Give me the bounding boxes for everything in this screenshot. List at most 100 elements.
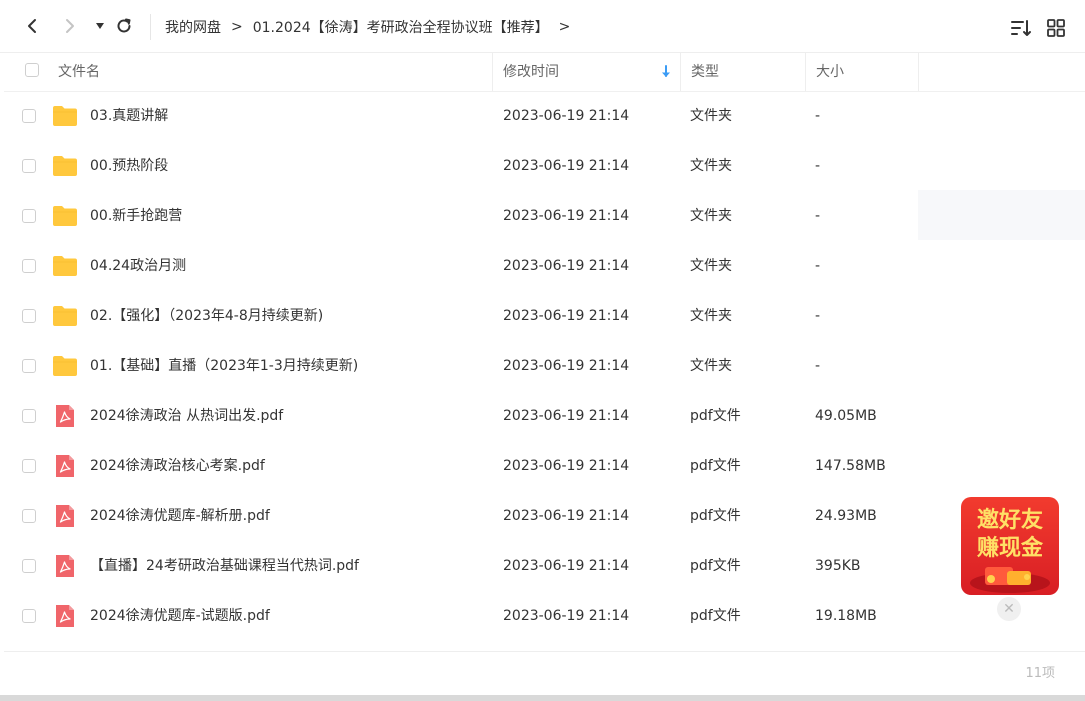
history-dropdown-button[interactable]: [88, 14, 112, 38]
column-header-name[interactable]: 文件名: [58, 53, 100, 91]
breadcrumb-separator: >: [558, 19, 571, 35]
table-header: 文件名 修改时间 类型 大小: [4, 53, 1085, 92]
row-checkbox[interactable]: [22, 409, 36, 423]
table-row[interactable]: 02.【强化】（2023年4-8月持续更新) 2023-06-19 21:14 …: [4, 291, 1085, 341]
pdf-icon: [52, 605, 78, 627]
file-size: -: [815, 108, 821, 124]
table-row[interactable]: 01.【基础】直播（2023年1-3月持续更新) 2023-06-19 21:1…: [4, 341, 1085, 391]
chevron-right-icon: [66, 19, 74, 33]
table-row[interactable]: 【直播】24考研政治基础课程当代热词.pdf 2023-06-19 21:14 …: [4, 541, 1085, 591]
column-header-size[interactable]: 大小: [816, 53, 844, 91]
file-modified-time: 2023-06-19 21:14: [503, 558, 630, 574]
table-row[interactable]: 2024徐涛政治 从热词出发.pdf 2023-06-19 21:14 pdf文…: [4, 391, 1085, 441]
table-row[interactable]: 00.预热阶段 2023-06-19 21:14 文件夹 -: [4, 141, 1085, 191]
column-header-type[interactable]: 类型: [691, 53, 719, 91]
file-modified-time: 2023-06-19 21:14: [503, 208, 630, 224]
column-divider: [680, 53, 681, 91]
file-modified-time: 2023-06-19 21:14: [503, 258, 630, 274]
promo-badge-graphic: 邀好友 赚现金: [961, 497, 1059, 595]
close-icon: ✕: [1003, 601, 1015, 617]
arrow-down-icon: [662, 65, 670, 77]
table-row[interactable]: 03.真题讲解 2023-06-19 21:14 文件夹 -: [4, 91, 1085, 141]
file-type: pdf文件: [690, 458, 741, 474]
row-checkbox[interactable]: [22, 459, 36, 473]
breadcrumb: 我的网盘 > 01.2024【徐涛】考研政治全程协议班【推荐】 >: [165, 16, 580, 38]
toolbar-divider: [150, 14, 151, 40]
row-checkbox[interactable]: [22, 559, 36, 573]
file-name[interactable]: 02.【强化】（2023年4-8月持续更新): [90, 291, 323, 341]
file-type: 文件夹: [690, 358, 732, 374]
grid-view-icon: [1047, 19, 1065, 37]
file-modified-time: 2023-06-19 21:14: [503, 158, 630, 174]
file-name[interactable]: 00.新手抢跑营: [90, 191, 182, 241]
table-row[interactable]: 2024徐涛政治核心考案.pdf 2023-06-19 21:14 pdf文件 …: [4, 441, 1085, 491]
file-size: -: [815, 158, 821, 174]
file-type: pdf文件: [690, 408, 741, 424]
promo-close-button[interactable]: ✕: [997, 597, 1021, 621]
file-modified-time: 2023-06-19 21:14: [503, 608, 630, 624]
row-checkbox[interactable]: [22, 159, 36, 173]
row-checkbox[interactable]: [22, 259, 36, 273]
folder-icon: [52, 105, 78, 127]
refresh-icon: [117, 18, 131, 33]
file-name[interactable]: 03.真题讲解: [90, 91, 168, 141]
sort-indicator: [660, 65, 672, 79]
row-checkbox[interactable]: [22, 109, 36, 123]
row-checkbox[interactable]: [22, 209, 36, 223]
file-name[interactable]: 00.预热阶段: [90, 141, 168, 191]
status-footer: 11项: [4, 651, 1085, 696]
row-checkbox[interactable]: [22, 509, 36, 523]
table-row[interactable]: 04.24政治月测 2023-06-19 21:14 文件夹 -: [4, 241, 1085, 291]
table-row[interactable]: 2024徐涛优题库-试题版.pdf 2023-06-19 21:14 pdf文件…: [4, 591, 1085, 641]
pdf-icon: [52, 555, 78, 577]
table-row[interactable]: 2024徐涛优题库-解析册.pdf 2023-06-19 21:14 pdf文件…: [4, 491, 1085, 541]
pdf-icon: [52, 455, 78, 477]
promo-line-2: 赚现金: [977, 535, 1044, 561]
file-size: 49.05MB: [815, 408, 877, 424]
breadcrumb-item-root[interactable]: 我的网盘: [165, 17, 221, 37]
file-type: pdf文件: [690, 508, 741, 524]
file-type: pdf文件: [690, 558, 741, 574]
file-size: 395KB: [815, 558, 861, 574]
sort-list-icon: [1011, 20, 1031, 36]
file-modified-time: 2023-06-19 21:14: [503, 358, 630, 374]
row-checkbox[interactable]: [22, 309, 36, 323]
folder-icon: [52, 355, 78, 377]
row-checkbox[interactable]: [22, 609, 36, 623]
folder-icon: [52, 155, 78, 177]
file-name[interactable]: 04.24政治月测: [90, 241, 186, 291]
row-checkbox[interactable]: [22, 359, 36, 373]
table-row[interactable]: 00.新手抢跑营 2023-06-19 21:14 文件夹 -: [4, 191, 1085, 241]
breadcrumb-separator: >: [231, 19, 243, 35]
file-name[interactable]: 【直播】24考研政治基础课程当代热词.pdf: [90, 541, 359, 591]
file-type: 文件夹: [690, 208, 732, 224]
column-header-modified[interactable]: 修改时间: [503, 53, 559, 91]
breadcrumb-item-current[interactable]: 01.2024【徐涛】考研政治全程协议班【推荐】: [253, 17, 549, 37]
back-button[interactable]: [20, 14, 44, 38]
invite-friends-promo[interactable]: 邀好友 赚现金: [961, 497, 1059, 595]
file-name[interactable]: 2024徐涛政治核心考案.pdf: [90, 441, 265, 491]
file-modified-time: 2023-06-19 21:14: [503, 508, 630, 524]
file-type: 文件夹: [690, 308, 732, 324]
column-divider: [805, 53, 806, 91]
refresh-button[interactable]: [112, 14, 136, 38]
file-type: 文件夹: [690, 258, 732, 274]
file-name[interactable]: 2024徐涛政治 从热词出发.pdf: [90, 391, 283, 441]
sort-button[interactable]: [1010, 17, 1032, 39]
forward-button[interactable]: [58, 14, 82, 38]
grid-view-button[interactable]: [1045, 17, 1067, 39]
file-size: 19.18MB: [815, 608, 877, 624]
pdf-icon: [52, 405, 78, 427]
file-size: -: [815, 258, 821, 274]
file-name[interactable]: 2024徐涛优题库-解析册.pdf: [90, 491, 270, 541]
column-divider: [918, 53, 919, 91]
file-modified-time: 2023-06-19 21:14: [503, 108, 630, 124]
folder-icon: [52, 305, 78, 327]
file-size: 24.93MB: [815, 508, 877, 524]
file-size: -: [815, 308, 821, 324]
file-name[interactable]: 2024徐涛优题库-试题版.pdf: [90, 591, 270, 641]
file-name[interactable]: 01.【基础】直播（2023年1-3月持续更新): [90, 341, 358, 391]
pdf-icon: [52, 505, 78, 527]
select-all-checkbox[interactable]: [25, 63, 39, 77]
file-size: 147.58MB: [815, 458, 886, 474]
